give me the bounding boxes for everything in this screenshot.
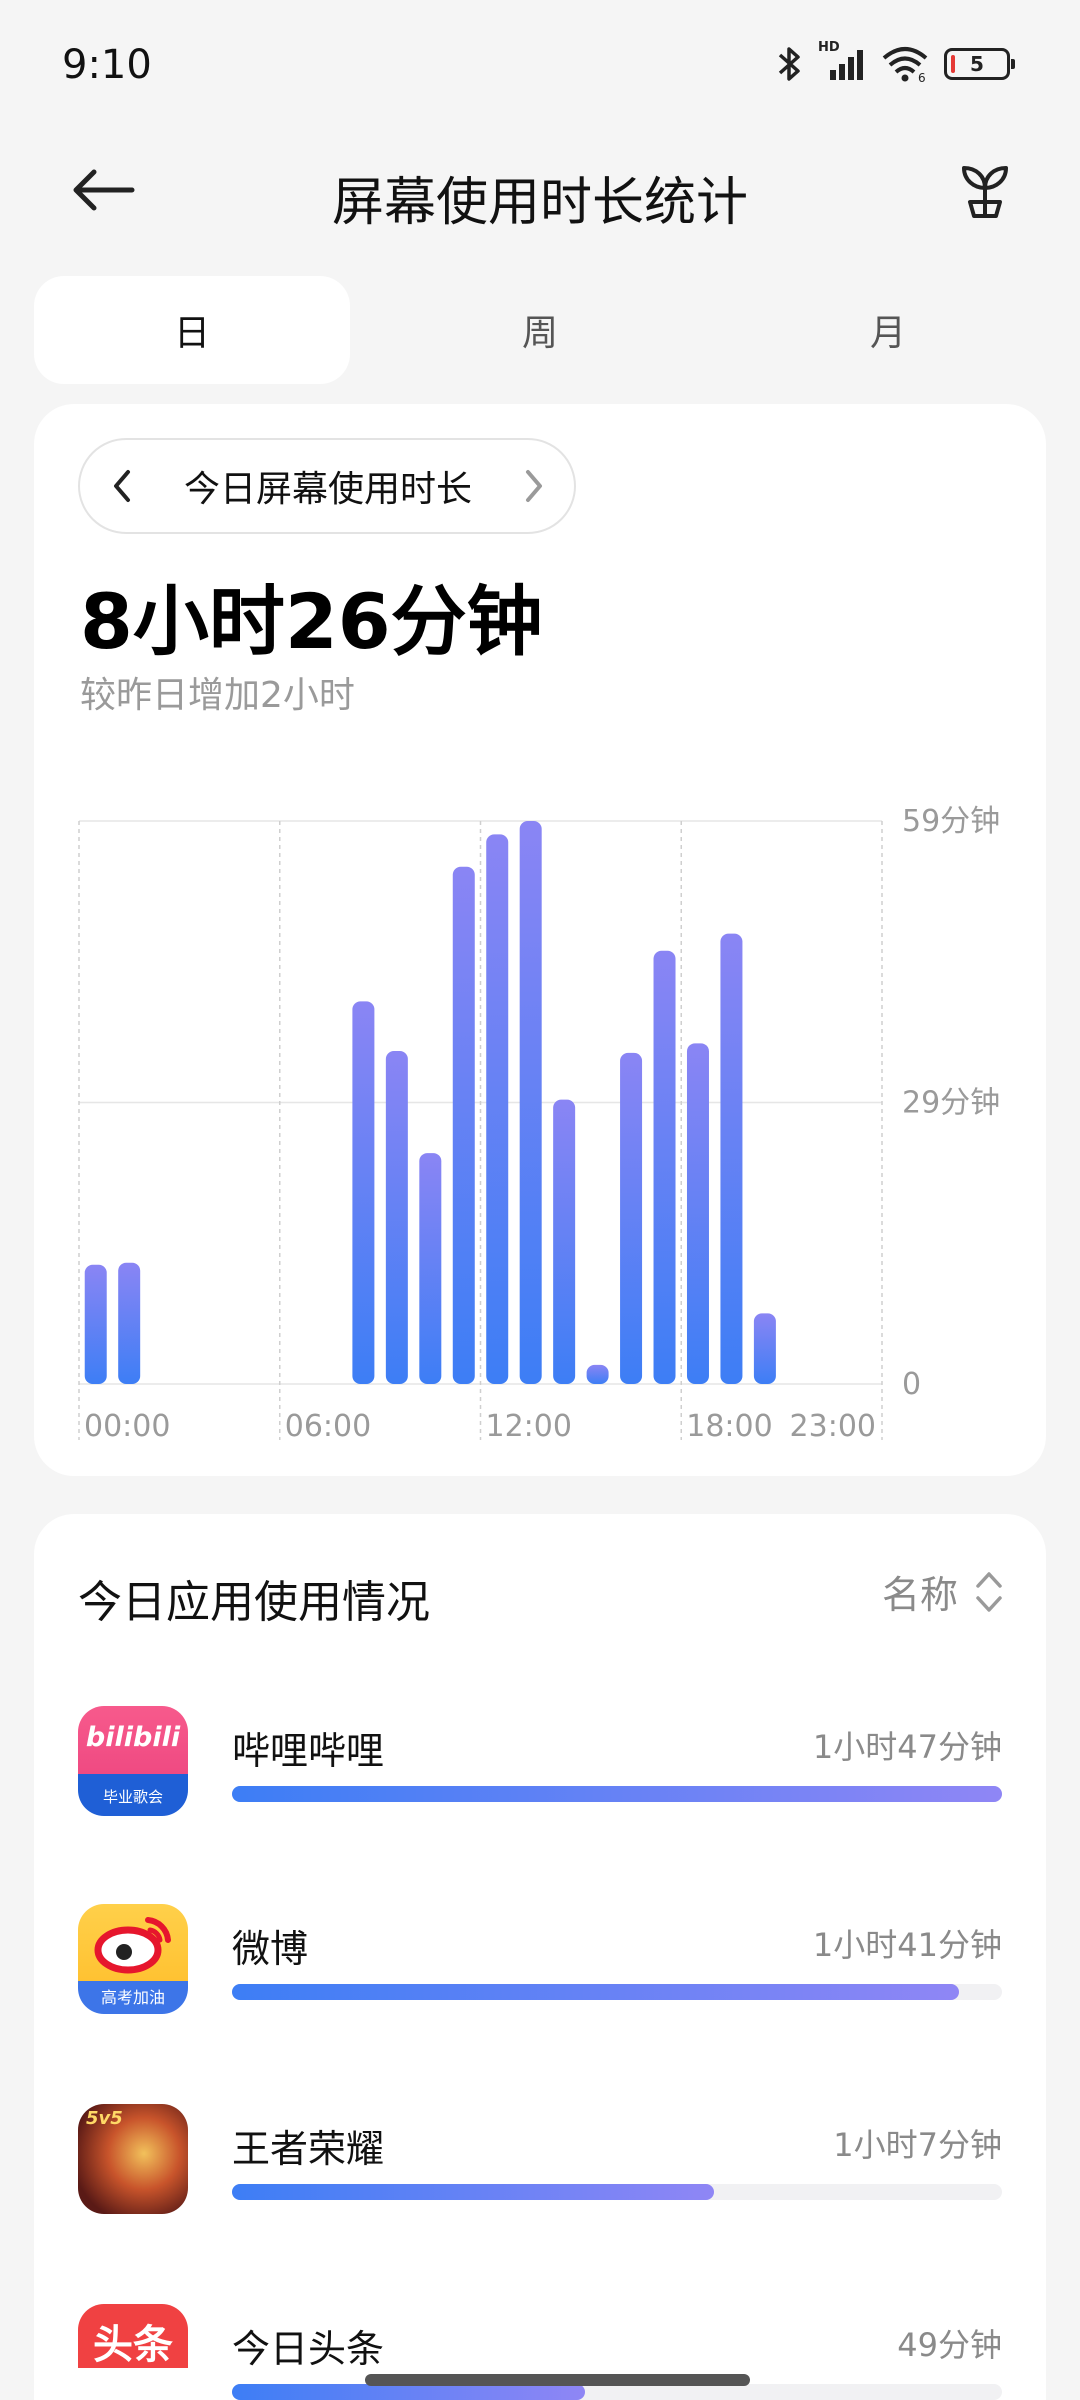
page-title: 屏幕使用时长统计 xyxy=(331,173,748,233)
cell-signal-icon: HD xyxy=(818,40,866,84)
chart-bar xyxy=(84,1264,107,1384)
bluetooth-icon xyxy=(778,47,800,81)
battery-level: 5 xyxy=(970,52,984,76)
chart-bar xyxy=(720,933,743,1384)
bilibili-badge-text: 毕业歌会 xyxy=(102,1788,163,1806)
chart-bar xyxy=(452,866,475,1384)
y-tick-label: 0 xyxy=(902,1367,921,1402)
total-screen-time: 8小时26分钟 xyxy=(80,577,543,666)
status-bar: 9:10 HD 6 5 xyxy=(0,0,1080,140)
status-time: 9:10 xyxy=(62,42,152,88)
chart-bar xyxy=(352,1001,375,1384)
svg-text:6: 6 xyxy=(918,71,926,84)
usage-bar-fill xyxy=(232,2184,715,2200)
toutiao-logo-text: 头条 xyxy=(93,2322,173,2368)
weibo-badge-text: 高考加油 xyxy=(100,1988,165,2007)
summary-card: 今日屏幕使用时长 8小时26分钟 较昨日增加2小时 59分钟 29分钟 0 00:00… xyxy=(34,404,1046,1476)
usage-bar-track xyxy=(232,2384,1002,2400)
app-name: 微博 xyxy=(232,1927,309,1971)
chart-bar xyxy=(686,1043,709,1384)
usage-bar-track xyxy=(232,1984,1002,2000)
tab-month[interactable]: 月 xyxy=(730,276,1046,384)
app-name: 今日头条 xyxy=(232,2327,385,2371)
chevron-right-icon[interactable] xyxy=(522,468,546,504)
honor-of-kings-icon: 5v5 xyxy=(78,2104,188,2214)
usage-bar-track xyxy=(232,1786,1002,1802)
status-icons: HD 6 5 xyxy=(776,40,1015,84)
weibo-icon: 高考加油 xyxy=(78,1904,188,2014)
honor-of-kings-logo-text: 5v5 xyxy=(86,2108,123,2129)
bilibili-logo-text: bilibili xyxy=(85,1722,181,1753)
usage-bar-chart: 59分钟 29分钟 0 00:00 06:00 12:00 18:00 23:00 xyxy=(78,804,1000,1444)
y-tick-label: 29分钟 xyxy=(902,1086,1000,1121)
app-name: 王者荣耀 xyxy=(232,2127,385,2171)
app-time: 1小时7分钟 xyxy=(833,2126,1002,2164)
chevron-left-icon[interactable] xyxy=(110,468,134,504)
chart-bar xyxy=(620,1052,643,1384)
chart-bar xyxy=(586,1364,609,1384)
tab-week[interactable]: 周 xyxy=(382,276,698,384)
tab-day[interactable]: 日 xyxy=(34,276,350,384)
chart-bar xyxy=(519,821,542,1384)
screen-time-page: 9:10 HD 6 5 屏幕使用时长统计 日 周 月 今日屏幕使用时长 8小时2… xyxy=(0,0,1080,2400)
sort-updown-icon xyxy=(976,1571,1002,1612)
period-selector: 今日屏幕使用时长 xyxy=(78,438,576,534)
app-time: 1小时47分钟 xyxy=(812,1728,1002,1766)
chart-bar xyxy=(753,1313,776,1384)
x-tick-label: 18:00 xyxy=(686,1409,772,1444)
x-tick-label: 00:00 xyxy=(84,1409,170,1444)
period-tabs: 日 周 月 xyxy=(34,276,1046,384)
chart-bar xyxy=(419,1153,442,1384)
y-tick-label: 59分钟 xyxy=(902,804,1000,839)
app-row-weibo[interactable]: 高考加油 微博 1小时41分钟 xyxy=(78,1904,1002,2024)
bilibili-icon: bilibili 毕业歌会 xyxy=(78,1706,188,1816)
app-name: 哔哩哔哩 xyxy=(232,1729,385,1773)
battery-indicator: 5 xyxy=(944,48,1015,80)
comparison-text: 较昨日增加2小时 xyxy=(80,675,355,716)
sort-control[interactable]: 名称 xyxy=(882,1564,1004,1619)
sprout-button[interactable] xyxy=(950,156,1020,226)
wifi-icon: 6 xyxy=(882,47,928,84)
app-usage-title: 今日应用使用情况 xyxy=(78,1577,430,1628)
chart-bar xyxy=(486,834,509,1384)
usage-bar-fill xyxy=(232,2384,585,2400)
usage-bar-fill xyxy=(232,1786,1002,1802)
usage-bar-track xyxy=(232,2184,1002,2200)
x-tick-label: 06:00 xyxy=(285,1409,371,1444)
chart-bar xyxy=(118,1262,141,1384)
hourly-usage-chart: 59分钟 29分钟 0 00:00 06:00 12:00 18:00 23:00 xyxy=(34,784,1046,1444)
app-usage-card: 今日应用使用情况 名称 bilibili 毕业歌会 哔哩哔哩 1小时47分钟 高… xyxy=(34,1514,1046,2400)
x-tick-label: 12:00 xyxy=(486,1409,572,1444)
chart-bar xyxy=(385,1050,408,1384)
app-time: 49分钟 xyxy=(897,2326,1002,2364)
weibo-logo xyxy=(94,1917,171,1974)
sort-label: 名称 xyxy=(881,1573,958,1617)
app-time: 1小时41分钟 xyxy=(812,1926,1002,1964)
app-row-honor-of-kings[interactable]: 5v5 王者荣耀 1小时7分钟 xyxy=(78,2104,1002,2224)
chart-bar xyxy=(553,1099,576,1384)
usage-bar-fill xyxy=(232,1984,959,2000)
sprout-icon xyxy=(962,166,1008,218)
chart-bar xyxy=(653,950,676,1384)
toutiao-icon: 头条 xyxy=(78,2304,188,2400)
app-row-bilibili[interactable]: bilibili 毕业歌会 哔哩哔哩 1小时47分钟 xyxy=(78,1706,1002,1826)
header: 屏幕使用时长统计 xyxy=(0,140,1080,240)
x-tick-label: 23:00 xyxy=(790,1409,876,1444)
period-label: 今日屏幕使用时长 xyxy=(183,469,472,510)
home-indicator[interactable] xyxy=(365,2374,750,2386)
